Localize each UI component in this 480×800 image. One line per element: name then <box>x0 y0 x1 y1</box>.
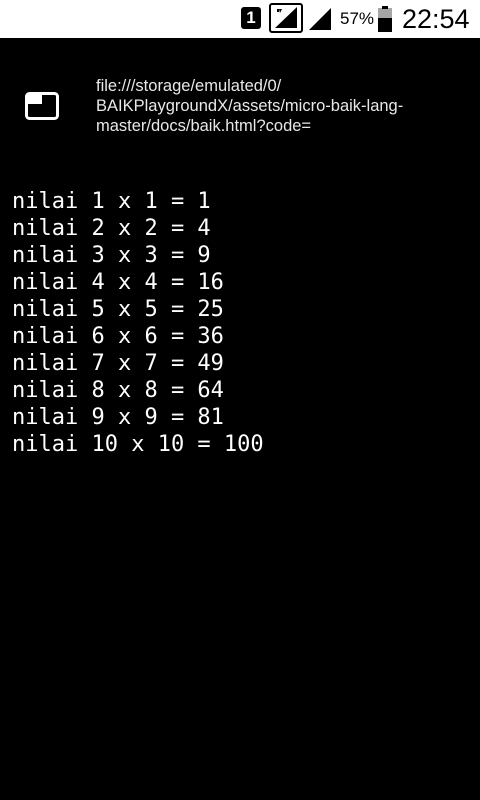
output-line: nilai 5 x 5 = 25 <box>12 297 224 322</box>
sim-slot-number: 1 <box>246 8 256 27</box>
output-line: nilai 7 x 7 = 49 <box>12 351 224 376</box>
url-line: file:///storage/emulated/0/ <box>96 77 282 95</box>
cell-signal-secondary-icon <box>307 6 333 32</box>
battery-icon <box>378 6 392 32</box>
tab-window-icon[interactable] <box>25 92 59 120</box>
sim-card-icon: 1 <box>241 7 261 29</box>
status-bar: 1 57% 22:54 <box>0 0 480 38</box>
output-line: nilai 9 x 9 = 81 <box>12 405 224 430</box>
program-output: nilai 1 x 1 = 1 nilai 2 x 2 = 4 nilai 3 … <box>12 188 472 458</box>
cell-signal-icon <box>269 3 303 33</box>
url-line: master/docs/baik.html?code= <box>96 117 312 135</box>
battery-percent: 57% <box>340 9 375 28</box>
output-line: nilai 3 x 3 = 9 <box>12 243 211 268</box>
page-url: file:///storage/emulated/0/ BAIKPlaygrou… <box>96 76 466 136</box>
output-line: nilai 8 x 8 = 64 <box>12 378 224 403</box>
output-line: nilai 4 x 4 = 16 <box>12 270 224 295</box>
output-line: nilai 1 x 1 = 1 <box>12 189 211 214</box>
url-line: BAIKPlaygroundX/assets/micro-baik-lang- <box>96 97 404 115</box>
clock: 22:54 <box>402 4 470 34</box>
output-line: nilai 6 x 6 = 36 <box>12 324 224 349</box>
output-line: nilai 2 x 2 = 4 <box>12 216 211 241</box>
output-line: nilai 10 x 10 = 100 <box>12 432 264 457</box>
url-header: file:///storage/emulated/0/ BAIKPlaygrou… <box>0 76 480 142</box>
